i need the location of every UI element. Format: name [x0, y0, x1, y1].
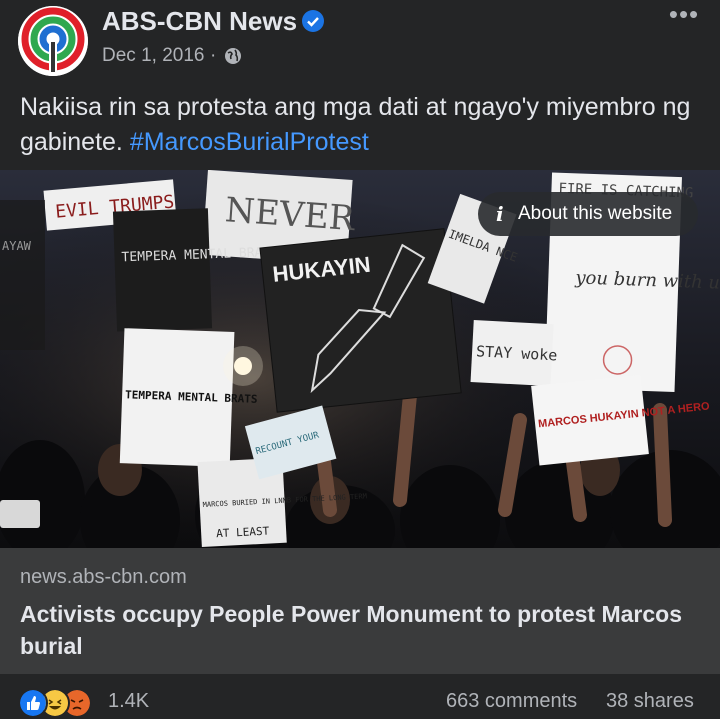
- hashtag-link[interactable]: #MarcosBurialProtest: [130, 128, 369, 156]
- verified-badge-icon: [302, 10, 324, 32]
- link-domain: news.abs-cbn.com: [20, 566, 187, 588]
- reactions-summary[interactable]: [18, 688, 108, 718]
- about-this-website-label: About this website: [518, 203, 673, 224]
- link-title[interactable]: Activists occupy People Power Monument t…: [20, 598, 700, 662]
- shares-count-link[interactable]: 38 shares: [606, 690, 694, 713]
- abs-cbn-logo-avatar[interactable]: [18, 6, 88, 76]
- like-reaction-icon: [18, 688, 48, 718]
- reaction-count[interactable]: 1.4K: [108, 690, 149, 713]
- page-name-link[interactable]: ABS-CBN News: [102, 6, 297, 37]
- post-caption: Nakiisa rin sa protesta ang mga dati at …: [20, 90, 700, 160]
- sign-left-edge: AYAW: [2, 239, 32, 253]
- comments-count-link[interactable]: 663 comments: [446, 690, 577, 713]
- post-date[interactable]: Dec 1, 2016: [102, 45, 204, 67]
- meta-separator: ·: [210, 45, 217, 66]
- facebook-post: ABS-CBN News Dec 1, 2016 · ••• Nakiisa r…: [0, 0, 720, 719]
- abs-cbn-logo-icon: [18, 6, 88, 76]
- info-icon: i: [496, 202, 504, 226]
- globe-icon: [225, 48, 241, 64]
- more-options-button[interactable]: •••: [664, 1, 704, 30]
- about-this-website-button[interactable]: i About this website: [478, 192, 698, 236]
